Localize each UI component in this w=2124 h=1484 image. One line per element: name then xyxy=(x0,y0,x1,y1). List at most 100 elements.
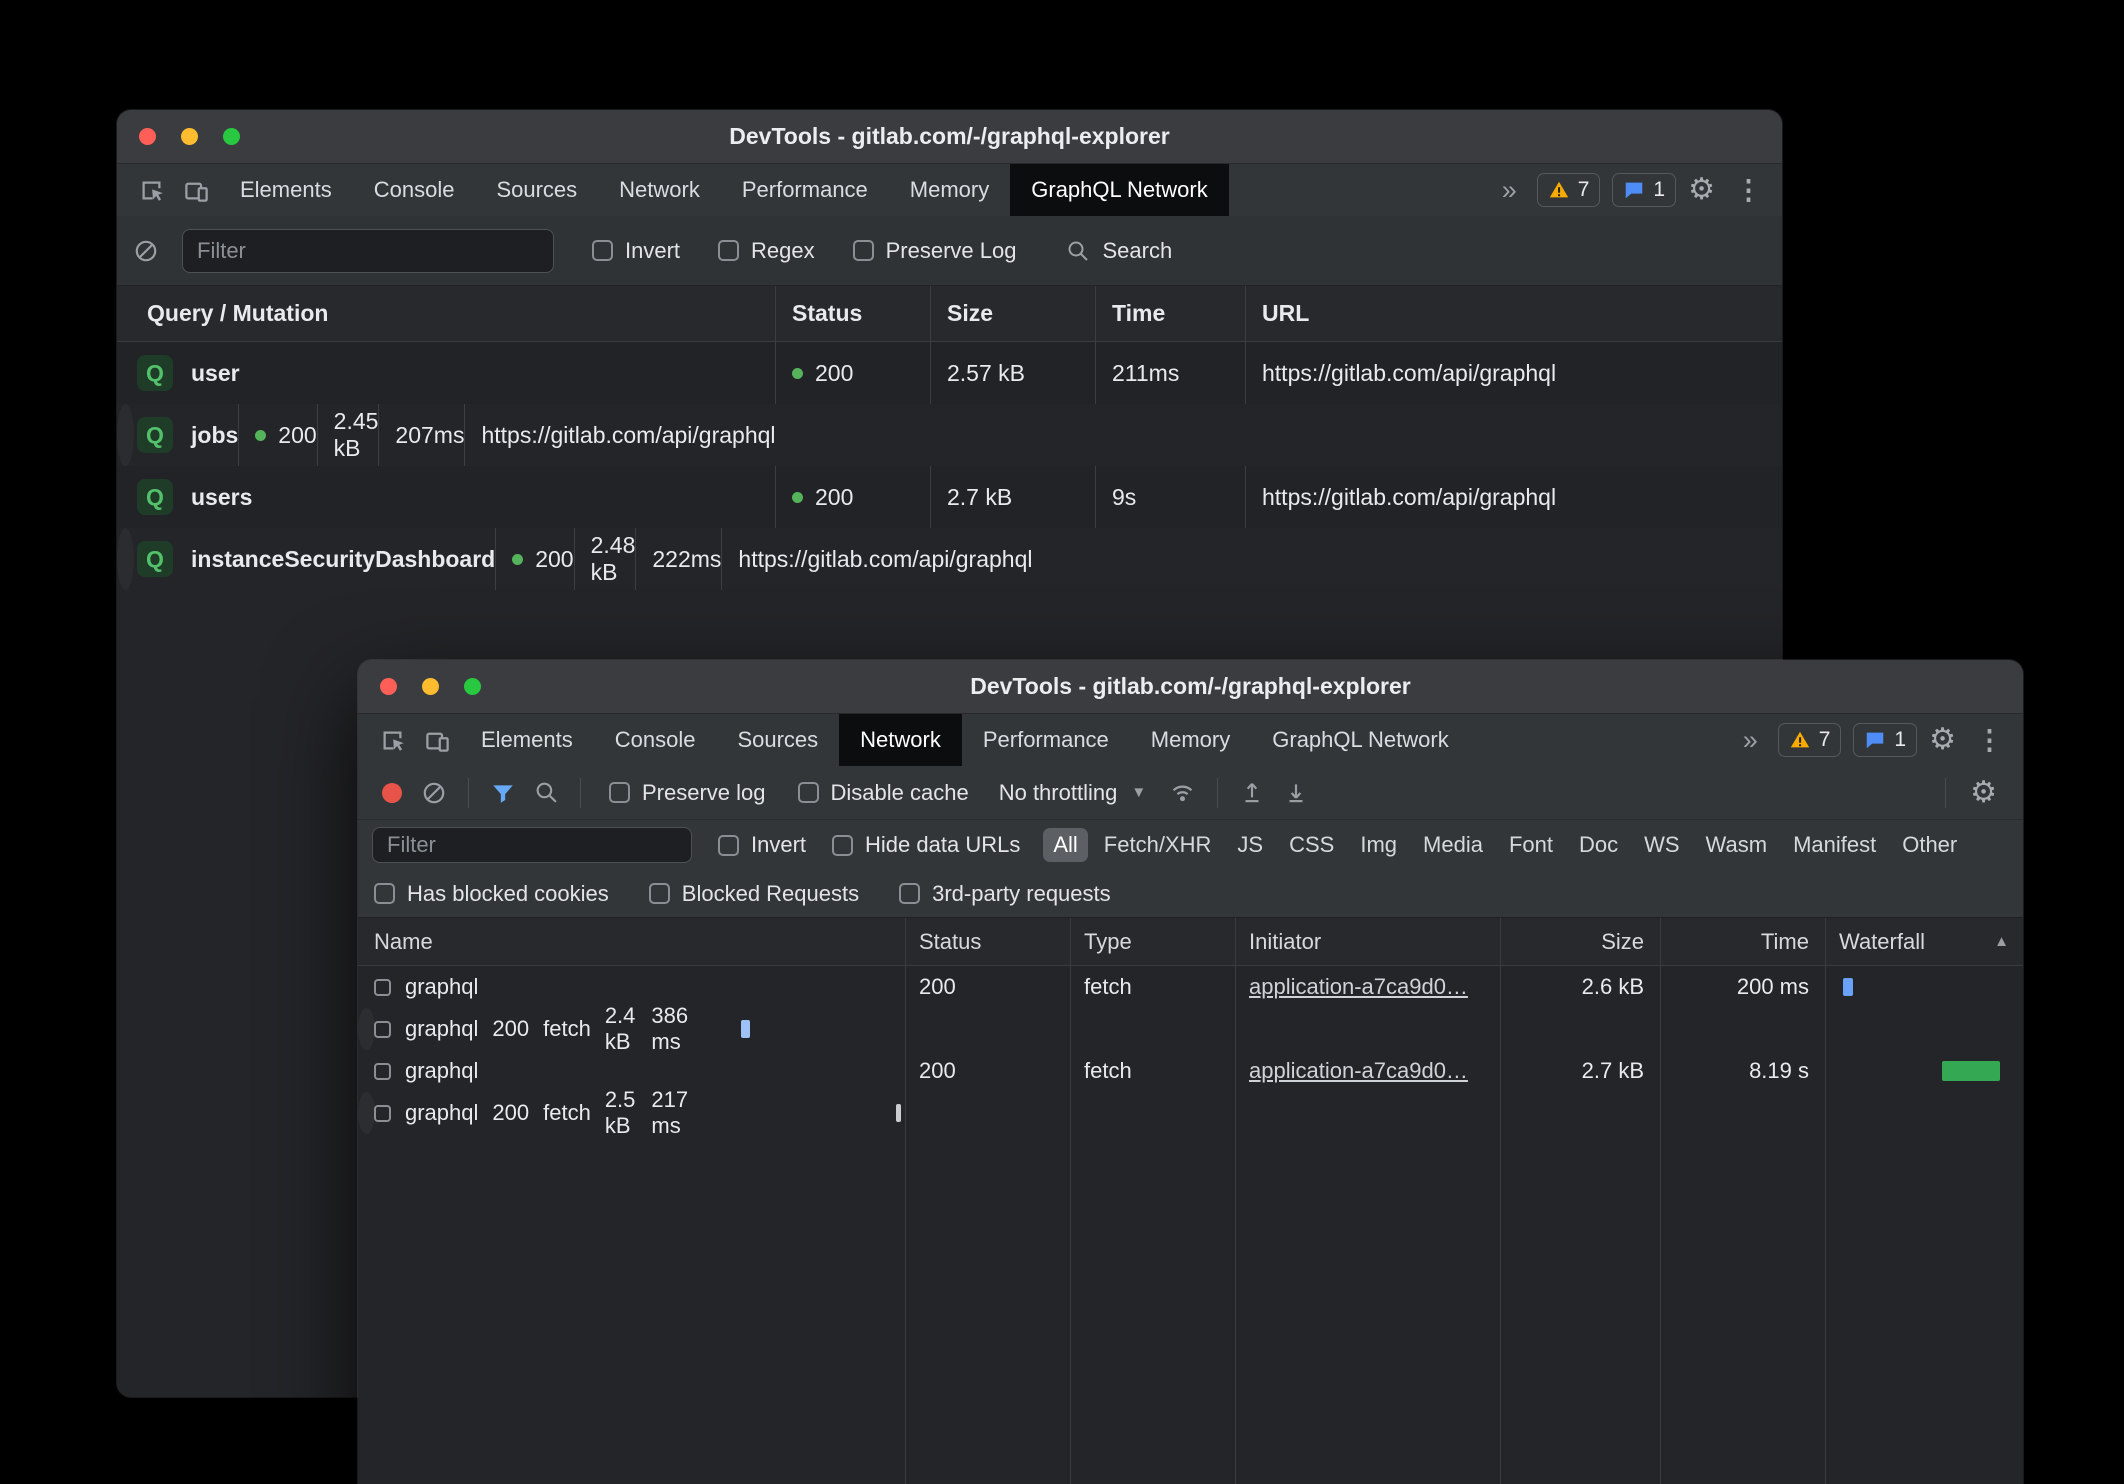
invert-checkbox-group[interactable]: Invert xyxy=(592,238,680,264)
record-network-log-button[interactable] xyxy=(382,783,402,803)
row-checkbox[interactable] xyxy=(374,979,391,996)
table-row[interactable]: Q instanceSecurityDashboard 200 2.48 kB … xyxy=(117,528,134,590)
preserve-log-checkbox-group[interactable]: Preserve log xyxy=(609,780,766,806)
search-icon[interactable] xyxy=(534,780,559,805)
minimize-window-button[interactable] xyxy=(181,128,198,145)
more-tabs-icon[interactable]: » xyxy=(1502,175,1517,206)
hide-data-urls-checkbox[interactable] xyxy=(832,835,853,856)
kebab-menu-icon[interactable]: ⋮ xyxy=(1735,175,1762,206)
row-checkbox[interactable] xyxy=(374,1063,391,1080)
type-filter-media[interactable]: Media xyxy=(1413,828,1493,862)
tab-performance[interactable]: Performance xyxy=(962,714,1130,766)
inspect-element-icon[interactable] xyxy=(379,727,406,754)
zoom-window-button[interactable] xyxy=(223,128,240,145)
type-filter-doc[interactable]: Doc xyxy=(1569,828,1628,862)
regex-checkbox[interactable] xyxy=(718,240,739,261)
kebab-menu-icon[interactable]: ⋮ xyxy=(1976,725,2003,756)
column-header-url[interactable]: URL xyxy=(1245,286,1782,341)
close-window-button[interactable] xyxy=(380,678,397,695)
hide-data-urls-checkbox-group[interactable]: Hide data URLs xyxy=(832,832,1020,858)
column-header-name[interactable]: Name xyxy=(358,918,905,965)
messages-badge[interactable]: 1 xyxy=(1853,723,1917,757)
device-toolbar-icon[interactable] xyxy=(183,177,210,204)
type-filter-css[interactable]: CSS xyxy=(1279,828,1344,862)
table-row[interactable]: Q user 200 2.57 kB 211ms https://gitlab.… xyxy=(117,342,1782,404)
table-row[interactable]: Q jobs 200 2.45 kB 207ms https://gitlab.… xyxy=(117,404,134,466)
export-har-icon[interactable] xyxy=(1283,780,1309,806)
column-header-time[interactable]: Time xyxy=(1660,918,1825,965)
table-row[interactable]: graphql 200 fetch application-a7ca9d0… 2… xyxy=(358,966,2023,1008)
initiator-link[interactable]: application-a7ca9d0… xyxy=(1249,1058,1468,1084)
tab-elements[interactable]: Elements xyxy=(460,714,594,766)
type-filter-wasm[interactable]: Wasm xyxy=(1696,828,1778,862)
column-header-time[interactable]: Time xyxy=(1095,286,1245,341)
tab-console[interactable]: Console xyxy=(353,164,476,216)
settings-gear-icon[interactable]: ⚙ xyxy=(1929,725,1956,755)
row-checkbox[interactable] xyxy=(374,1021,391,1038)
zoom-window-button[interactable] xyxy=(464,678,481,695)
preserve-log-checkbox[interactable] xyxy=(853,240,874,261)
has-blocked-cookies-checkbox-group[interactable]: Has blocked cookies xyxy=(374,881,609,907)
table-row[interactable]: graphql 200 fetch application-a7ca9d0… 2… xyxy=(358,1008,375,1050)
preserve-log-checkbox-group[interactable]: Preserve Log xyxy=(853,238,1017,264)
third-party-requests-checkbox[interactable] xyxy=(899,883,920,904)
has-blocked-cookies-checkbox[interactable] xyxy=(374,883,395,904)
tab-elements[interactable]: Elements xyxy=(219,164,353,216)
column-header-waterfall[interactable]: Waterfall ▲ xyxy=(1825,918,2023,965)
network-conditions-icon[interactable] xyxy=(1169,779,1196,806)
import-har-icon[interactable] xyxy=(1239,780,1265,806)
column-header-type[interactable]: Type xyxy=(1070,918,1235,965)
device-toolbar-icon[interactable] xyxy=(424,727,451,754)
blocked-requests-checkbox[interactable] xyxy=(649,883,670,904)
tab-console[interactable]: Console xyxy=(594,714,717,766)
type-filter-js[interactable]: JS xyxy=(1227,828,1273,862)
invert-checkbox[interactable] xyxy=(718,835,739,856)
throttling-dropdown[interactable]: No throttling ▼ xyxy=(999,780,1146,806)
warnings-badge[interactable]: 7 xyxy=(1537,173,1601,207)
blocked-requests-checkbox-group[interactable]: Blocked Requests xyxy=(649,881,859,907)
column-header-status[interactable]: Status xyxy=(905,918,1070,965)
tab-network[interactable]: Network xyxy=(598,164,721,216)
filter-funnel-icon[interactable] xyxy=(490,780,516,806)
column-header-size[interactable]: Size xyxy=(1500,918,1660,965)
initiator-link[interactable]: application-a7ca9d0… xyxy=(1249,974,1468,1000)
type-filter-img[interactable]: Img xyxy=(1350,828,1407,862)
filter-input[interactable] xyxy=(182,229,554,273)
column-header-initiator[interactable]: Initiator xyxy=(1235,918,1500,965)
search-group[interactable]: Search xyxy=(1066,238,1172,264)
inspect-element-icon[interactable] xyxy=(138,177,165,204)
disable-cache-checkbox[interactable] xyxy=(798,782,819,803)
invert-checkbox-group[interactable]: Invert xyxy=(718,832,806,858)
messages-badge[interactable]: 1 xyxy=(1612,173,1676,207)
tab-graphql-network[interactable]: GraphQL Network xyxy=(1251,714,1469,766)
disable-cache-checkbox-group[interactable]: Disable cache xyxy=(798,780,969,806)
type-filter-font[interactable]: Font xyxy=(1499,828,1563,862)
more-tabs-icon[interactable]: » xyxy=(1743,725,1758,756)
type-filter-manifest[interactable]: Manifest xyxy=(1783,828,1886,862)
row-checkbox[interactable] xyxy=(374,1105,391,1122)
clear-icon[interactable] xyxy=(421,780,447,806)
filter-input[interactable] xyxy=(372,827,692,863)
type-filter-ws[interactable]: WS xyxy=(1634,828,1689,862)
network-settings-gear-icon[interactable]: ⚙ xyxy=(1970,778,1997,808)
tab-memory[interactable]: Memory xyxy=(889,164,1010,216)
table-row[interactable]: graphql 200 fetch application-a7ca9d0… 2… xyxy=(358,1092,375,1134)
invert-checkbox[interactable] xyxy=(592,240,613,261)
column-header-size[interactable]: Size xyxy=(930,286,1095,341)
type-filter-all[interactable]: All xyxy=(1043,828,1087,862)
table-row[interactable]: Q users 200 2.7 kB 9s https://gitlab.com… xyxy=(117,466,1782,528)
minimize-window-button[interactable] xyxy=(422,678,439,695)
table-row[interactable]: graphql 200 fetch application-a7ca9d0… 2… xyxy=(358,1050,2023,1092)
regex-checkbox-group[interactable]: Regex xyxy=(718,238,815,264)
column-header-status[interactable]: Status xyxy=(775,286,930,341)
tab-graphql-network[interactable]: GraphQL Network xyxy=(1010,164,1228,216)
column-header-query-mutation[interactable]: Query / Mutation xyxy=(117,286,775,341)
close-window-button[interactable] xyxy=(139,128,156,145)
tab-performance[interactable]: Performance xyxy=(721,164,889,216)
settings-gear-icon[interactable]: ⚙ xyxy=(1688,175,1715,205)
tab-sources[interactable]: Sources xyxy=(475,164,598,216)
tab-network[interactable]: Network xyxy=(839,714,962,766)
warnings-badge[interactable]: 7 xyxy=(1778,723,1842,757)
type-filter-other[interactable]: Other xyxy=(1892,828,1967,862)
clear-icon[interactable] xyxy=(133,238,159,264)
